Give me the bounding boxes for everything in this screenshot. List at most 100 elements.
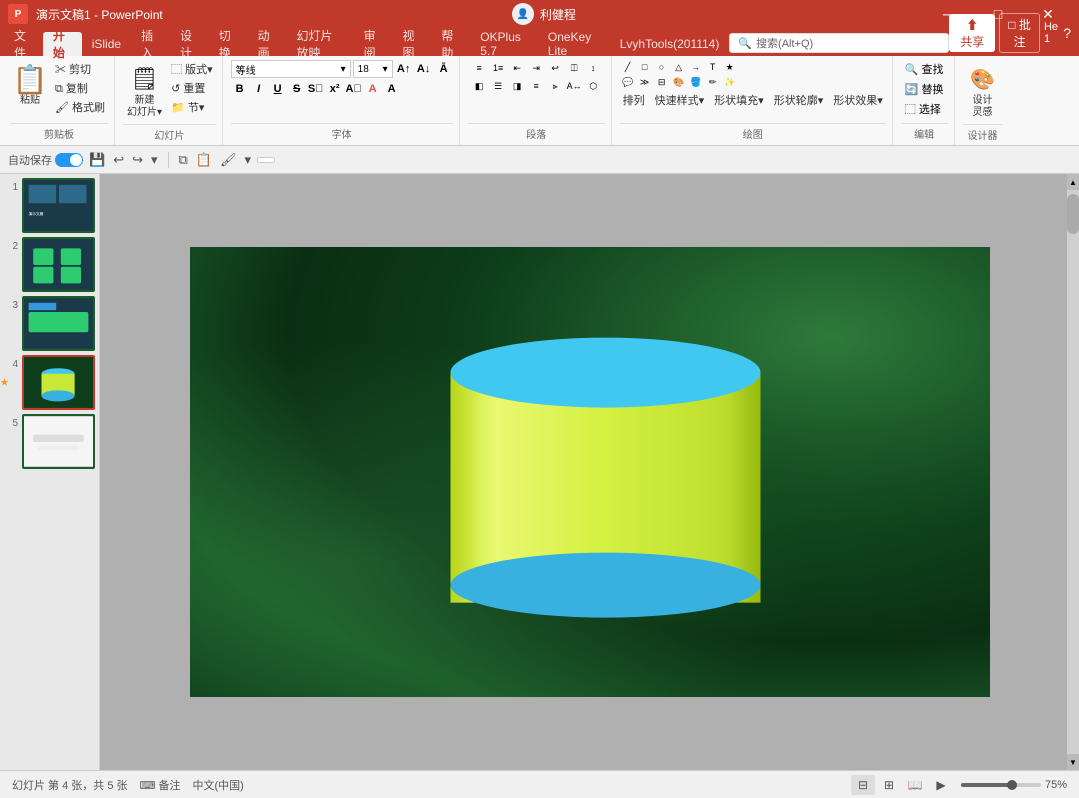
numbering-button[interactable]: 1≡ xyxy=(489,60,507,76)
fillcolor-btn[interactable]: 🪣 xyxy=(688,75,704,89)
decrease-font-button[interactable]: A↓ xyxy=(415,60,433,78)
shape-star-btn[interactable]: ★ xyxy=(722,60,738,74)
columns-button[interactable]: ⎅ xyxy=(565,60,583,76)
replace-button[interactable]: 🔄 替换 xyxy=(901,80,948,98)
slide-canvas[interactable] xyxy=(190,247,990,697)
tab-review[interactable]: 审阅 xyxy=(354,32,393,56)
tab-islide[interactable]: iSlide xyxy=(82,32,131,56)
align-vert-button[interactable]: ⫸ xyxy=(546,78,564,94)
save-button[interactable]: 💾 xyxy=(87,150,107,170)
highlight-button[interactable]: A xyxy=(383,80,401,98)
tab-file[interactable]: 文件 xyxy=(4,32,43,56)
slide-thumb-4[interactable] xyxy=(22,355,95,410)
slide-thumb-3[interactable] xyxy=(22,296,95,351)
layout-button[interactable]: ⬚ 版式▾ xyxy=(168,60,216,78)
find-button[interactable]: 🔍 查找 xyxy=(901,60,948,78)
underline-button[interactable]: U xyxy=(269,80,287,98)
slide-item-2[interactable]: 2 xyxy=(4,237,95,292)
convert-text-button[interactable]: A↔ xyxy=(565,78,583,94)
shape-rect-btn[interactable]: □ xyxy=(637,60,653,74)
rtl-button[interactable]: ↩ xyxy=(546,60,564,76)
slide-item-3[interactable]: 3 xyxy=(4,296,95,351)
shape-text-btn[interactable]: T xyxy=(705,60,721,74)
scrollbar-thumb[interactable] xyxy=(1067,194,1079,234)
bullets-button[interactable]: ≡ xyxy=(470,60,488,76)
tab-home[interactable]: 开始 xyxy=(43,32,82,56)
zoom-label[interactable]: 75% xyxy=(1045,779,1067,791)
superscript-button[interactable]: x² xyxy=(326,80,344,98)
arrange-btn[interactable]: ⊟ xyxy=(654,75,670,89)
shape-more-btn[interactable]: ≫ xyxy=(637,75,653,89)
shapeoutline-button[interactable]: 形状轮廓▾ xyxy=(771,91,827,109)
normal-view-button[interactable]: ⊟ xyxy=(851,775,875,795)
quickstyles-button[interactable]: 快速样式▾ xyxy=(652,91,708,109)
search-box[interactable]: 🔍 搜索(Alt+Q) xyxy=(729,33,949,53)
share-button[interactable]: ⬆ 共享 xyxy=(949,14,995,52)
reading-view-button[interactable]: 📖 xyxy=(903,775,927,795)
undo-button[interactable]: ↩ xyxy=(111,150,126,170)
slide-item-1[interactable]: 1 演示文稿 xyxy=(4,178,95,233)
section-button[interactable]: 📁 节▾ xyxy=(168,98,216,116)
font-size-dropdown[interactable]: 18 ▾ xyxy=(353,60,393,78)
shapefill-button[interactable]: 形状填充▾ xyxy=(711,91,767,109)
linecolor-btn[interactable]: ✏ xyxy=(705,75,721,89)
bold-button[interactable]: B xyxy=(231,80,249,98)
slide-thumb-2[interactable] xyxy=(22,237,95,292)
linespace-button[interactable]: ↕ xyxy=(584,60,602,76)
paste-button[interactable]: 📋 粘贴 xyxy=(10,60,50,110)
align-right-button[interactable]: ◨ xyxy=(508,78,526,94)
italic-button[interactable]: I xyxy=(250,80,268,98)
qa-more-btn[interactable]: ▾ xyxy=(243,150,254,170)
arrange-button[interactable]: 排列 xyxy=(620,91,648,109)
align-center-button[interactable]: ☰ xyxy=(489,78,507,94)
qa-format-btn[interactable]: 🖌 xyxy=(218,150,239,170)
tab-view[interactable]: 视图 xyxy=(393,32,432,56)
qa-paste-btn[interactable]: 📋 xyxy=(194,150,214,170)
shape-line-btn[interactable]: ╱ xyxy=(620,60,636,74)
smartart-button[interactable]: ⬡ xyxy=(584,78,602,94)
increase-font-button[interactable]: A↑ xyxy=(395,60,413,78)
clear-format-button[interactable]: Ā xyxy=(435,60,453,78)
format-painter-button[interactable]: 🖌 格式刷 xyxy=(52,98,108,116)
copy-button[interactable]: ⧉ 复制 xyxy=(52,79,108,97)
zoom-slider[interactable] xyxy=(961,783,1041,787)
shape-arrow-btn[interactable]: → xyxy=(688,60,704,74)
redo-button[interactable]: ↪ xyxy=(130,150,145,170)
tab-slideshow[interactable]: 幻灯片放映 xyxy=(287,32,354,56)
tab-insert[interactable]: 插入 xyxy=(131,32,170,56)
slide-item-5[interactable]: 5 xyxy=(4,414,95,469)
canvas-area[interactable]: ▲ ▼ xyxy=(100,174,1079,770)
notes-button[interactable]: ⌨ 备注 xyxy=(140,777,181,793)
tab-lvyhtools[interactable]: LvyhTools(201114) xyxy=(610,32,730,56)
font-family-dropdown[interactable]: 等线 ▾ xyxy=(231,60,351,78)
qa-customize-button[interactable]: ▾ xyxy=(149,150,160,170)
slide-sorter-button[interactable]: ⊞ xyxy=(877,775,901,795)
qa-copy-btn[interactable]: ⧉ xyxy=(177,150,190,170)
slide-thumb-1[interactable]: 演示文稿 xyxy=(22,178,95,233)
new-slide-button[interactable]: 🗒 新建幻灯片▾ xyxy=(123,60,166,122)
reset-button[interactable]: ↺ 重置 xyxy=(168,79,216,97)
cylinder-shape[interactable] xyxy=(450,338,760,618)
cut-button[interactable]: ✂ 剪切 xyxy=(52,60,108,78)
indent-decrease-button[interactable]: ⇤ xyxy=(508,60,526,76)
select-button[interactable]: ⬚ 选择 xyxy=(901,100,948,118)
tab-transitions[interactable]: 切换 xyxy=(209,32,248,56)
tab-onekey[interactable]: OneKey Lite xyxy=(538,32,610,56)
scrollbar-down-button[interactable]: ▼ xyxy=(1067,754,1079,770)
align-left-button[interactable]: ◧ xyxy=(470,78,488,94)
shape-callout-btn[interactable]: 💬 xyxy=(620,75,636,89)
slide-thumb-5[interactable] xyxy=(22,414,95,469)
indent-increase-button[interactable]: ⇥ xyxy=(527,60,545,76)
comment-button[interactable]: □ 批注 xyxy=(999,13,1040,53)
design-button[interactable]: 🎨 设计灵感 xyxy=(963,60,1003,122)
shapeeffect-button[interactable]: 形状效果▾ xyxy=(830,91,886,109)
zoom-thumb[interactable] xyxy=(1007,780,1017,790)
fontcolor-button[interactable]: A xyxy=(364,80,382,98)
quickstyle-btn[interactable]: 🎨 xyxy=(671,75,687,89)
autosave-toggle[interactable] xyxy=(55,153,83,167)
strikethrough-button[interactable]: S xyxy=(288,80,306,98)
charspace-button[interactable]: A⃞ xyxy=(345,80,363,98)
tab-okplus[interactable]: OKPlus 5.7 xyxy=(470,32,538,56)
justify-button[interactable]: ≡ xyxy=(527,78,545,94)
vertical-scrollbar[interactable]: ▲ ▼ xyxy=(1067,174,1079,770)
